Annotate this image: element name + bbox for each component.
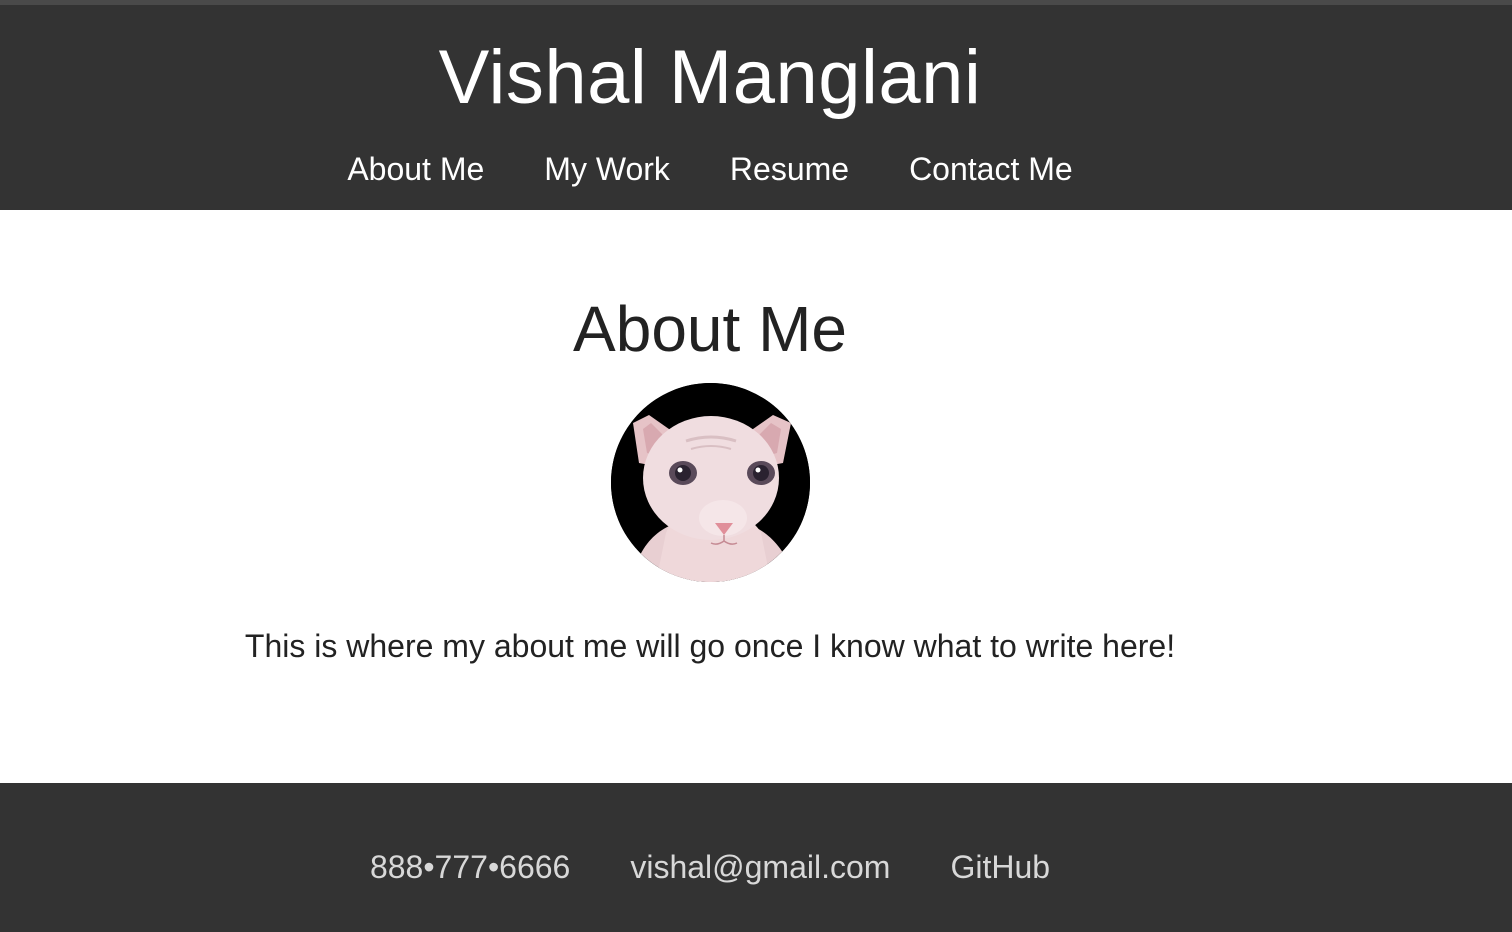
nav-resume[interactable]: Resume: [730, 149, 849, 189]
nav-my-work[interactable]: My Work: [544, 149, 670, 189]
section-title: About Me: [573, 293, 847, 365]
about-section: About Me This is where my about me will …: [0, 210, 1512, 783]
main-nav: About Me My Work Resume Contact Me: [0, 149, 1420, 189]
nav-contact-me[interactable]: Contact Me: [909, 149, 1073, 189]
footer-phone: 888•777•6666: [369, 849, 571, 885]
cat-avatar-image: [611, 383, 810, 582]
site-header: Vishal Manglani About Me My Work Resume …: [0, 0, 1512, 210]
site-title: Vishal Manglani: [438, 35, 982, 120]
footer-github-link[interactable]: GitHub: [950, 847, 1050, 887]
site-footer: 888•777•6666 vishal@gmail.com GitHub: [0, 783, 1512, 932]
avatar: [611, 383, 810, 582]
nav-about-me[interactable]: About Me: [347, 149, 484, 189]
about-text: This is where my about me will go once I…: [244, 628, 1176, 664]
footer-email-link[interactable]: vishal@gmail.com: [630, 847, 890, 887]
footer-contact-links: 888•777•6666 vishal@gmail.com GitHub: [0, 847, 1420, 887]
